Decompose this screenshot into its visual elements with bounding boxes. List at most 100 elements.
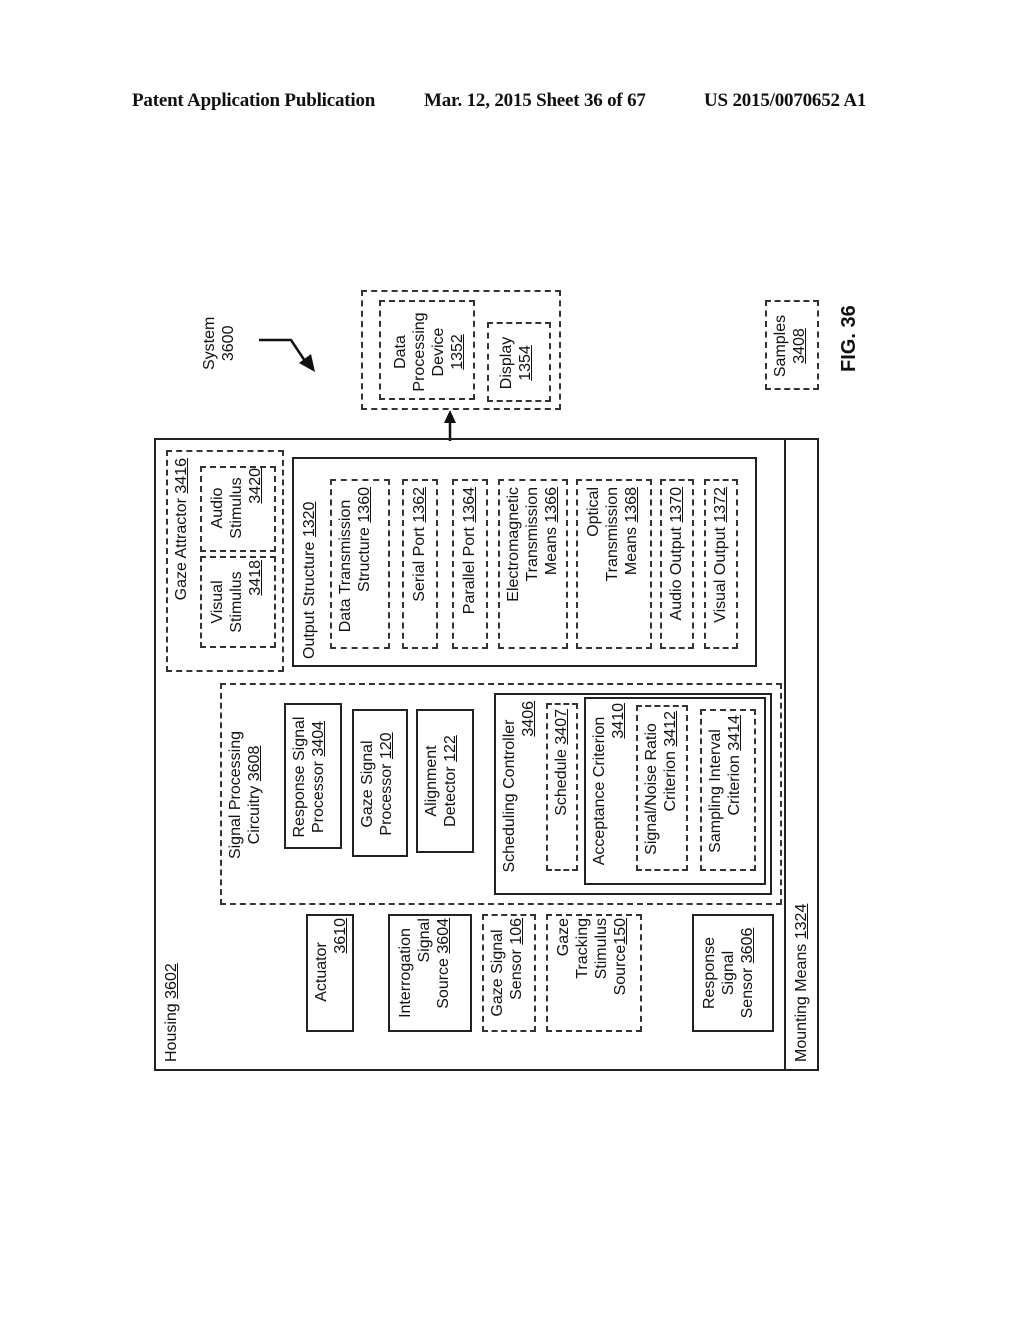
samples-label: Samples 3408 [771,306,809,386]
ref-number: 1366 [543,487,560,523]
gaze-signal-sensor-box: Gaze Signal Sensor 106 [482,914,536,1032]
ref-number: 3416 [173,458,190,494]
schedule-label: Schedule 3407 [552,709,571,867]
audio-output-box: Audio Output 1370 [660,479,694,649]
data-transmission-structure-label: Data Transmission Structure 1360 [336,487,374,645]
visual-output-label: Visual Output 1372 [711,487,730,645]
ref-number: 106 [508,918,525,945]
interrogation-signal-source-box: Interrogation Signal Source 3604 [388,914,472,1032]
ref-number: 1360 [356,487,373,523]
schedule-box: Schedule 3407 [546,703,578,871]
label-line: Transmission [524,487,541,582]
alignment-detector-label: Alignment Detector 122 [422,711,460,851]
serial-port-label: Serial Port 1362 [410,487,429,645]
ref-number: 3608 [246,745,263,782]
label-line: Device [430,327,447,377]
housing-box: Housing 3602 Mounting Means 1324 Gaze At… [154,438,819,1071]
ref-number: 3408 [791,328,808,364]
mounting-means-box: Mounting Means 1324 [784,438,819,1071]
ref-number: 1368 [623,487,640,523]
scheduling-controller-box: Scheduling Controller 3406 Schedule 3407… [494,693,772,895]
data-transmission-structure-box: Data Transmission Structure 1360 [330,479,390,649]
label-line: Detector [442,766,459,827]
patent-number: US 2015/0070652 A1 [704,90,867,111]
ref-number: 120 [378,732,395,760]
acceptance-criterion-box: Acceptance Criterion 3410 Signal/Noise R… [584,697,766,885]
ref-number: 3404 [310,720,327,757]
label-line: Audio Output [668,527,685,621]
visual-stimulus-box: Visual Stimulus 3418 [200,556,276,648]
snr-criterion-box: Signal/Noise Ratio Criterion 3412 [636,705,688,871]
ref-number: 1324 [793,903,810,940]
system-label: System 3600 [200,317,238,370]
system-ref: 3600 [220,325,237,362]
electromagnetic-transmission-box: Electromagnetic Transmission Means 1366 [498,479,568,649]
snr-criterion-label: Signal/Noise Ratio Criterion 3412 [642,711,680,867]
parallel-port-label: Parallel Port 1364 [460,487,479,645]
electromagnetic-transmission-label: Electromagnetic Transmission Means 1366 [504,487,561,645]
label-line: Processor [310,761,327,834]
sampling-interval-criterion-box: Sampling Interval Criterion 3414 [700,709,756,871]
optical-transmission-box: Optical Transmission Means 1368 [576,479,652,649]
response-signal-sensor-box: Response Signal Sensor 3606 [692,914,774,1032]
label-line: Stimulus [228,571,245,633]
visual-stimulus-label: Visual Stimulus 3418 [208,560,265,644]
system-pointer-arrow-icon [259,338,315,372]
gaze-attractor-label: Gaze Attractor 3416 [172,458,191,666]
label-line: Source [435,958,452,1009]
audio-stimulus-label: Audio Stimulus 3420 [208,468,265,548]
alignment-detector-box: Alignment Detector 122 [416,709,474,853]
ref-number: 1372 [712,487,729,523]
label-text: Output Structure [301,541,318,659]
label-line: Visual [209,580,226,624]
external-device-group: Data Processing Device 1352 Display 1354 [361,290,561,410]
ref-number: 150 [612,918,629,945]
label-line: Data Transmission [337,499,354,633]
actuator-box: Actuator 3610 [306,914,354,1032]
gaze-tracking-stimulus-source-box: Gaze Tracking Stimulus Source150 [546,914,642,1032]
label-line: Transmission [604,487,621,582]
label-line: Signal [416,918,433,963]
label-line: Signal [720,950,737,996]
label-line: Acceptance Criterion [591,716,608,866]
serial-port-box: Serial Port 1362 [402,479,438,649]
visual-output-box: Visual Output 1372 [704,479,738,649]
ref-number: 3412 [662,711,679,747]
label-line: Stimulus [228,477,245,539]
label-line: Criterion [726,755,743,816]
ref-number: 3414 [726,715,743,751]
label-text: Housing [163,1003,180,1062]
response-signal-processor-label: Response Signal Processor 3404 [290,707,328,847]
label-line: Alignment [423,745,440,817]
label-line: Serial Port [411,522,428,602]
sampling-interval-criterion-label: Sampling Interval Criterion 3414 [706,715,744,867]
parallel-port-box: Parallel Port 1364 [452,479,488,649]
label-line: Visual Output [712,527,729,623]
gaze-signal-sensor-label: Gaze Signal Sensor 106 [488,918,526,1028]
mounting-means-label: Mounting Means 1324 [792,904,811,1062]
ref-number: 1370 [668,487,685,523]
label-line: Response [701,936,718,1010]
ref-number: 1352 [449,334,466,370]
label-line: Interrogation [397,928,414,1018]
label-line: Stimulus [593,918,610,980]
audio-output-label: Audio Output 1370 [667,487,686,645]
output-structure-box: Output Structure 1320 Data Transmission … [292,457,757,667]
label-line: Means [543,527,560,576]
data-processing-device-label: Data Processing Device 1352 [391,306,467,398]
label-line: Gaze [555,918,572,957]
label-text: Gaze Attractor [173,498,190,601]
label-line: Sensor [739,967,756,1019]
ref-number: 3602 [163,963,180,999]
display-label: Display 1354 [497,328,535,398]
display-box: Display 1354 [487,322,551,402]
label-line: Signal Processing [227,730,244,860]
ref-number: 3410 [610,703,627,739]
response-signal-processor-box: Response Signal Processor 3404 [284,703,342,849]
signal-processing-circuitry-box: Signal Processing Circuitry 3608 Respons… [220,683,782,905]
label-line: Tracking [574,918,591,979]
label-line: Electromagnetic [505,487,522,602]
output-structure-label: Output Structure 1320 [300,463,319,659]
figure-label: FIG. 36 [838,305,860,372]
label-text: Schedule [553,749,570,816]
